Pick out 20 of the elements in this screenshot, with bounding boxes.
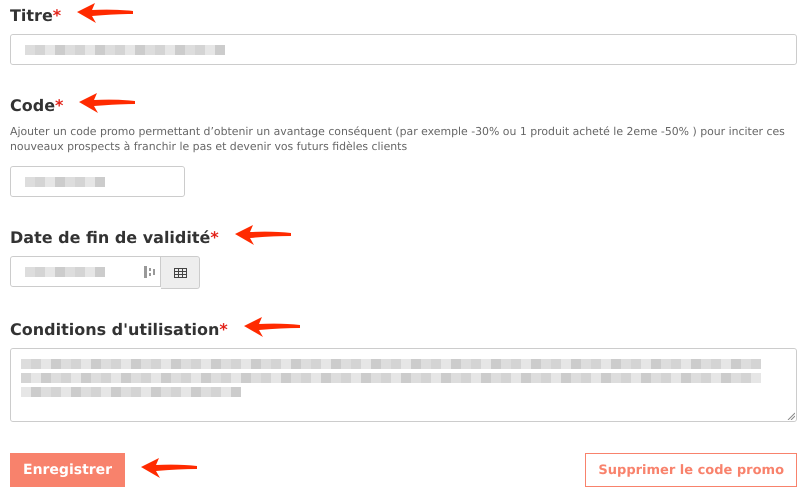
date-field[interactable]	[10, 256, 161, 287]
resize-grip-icon	[787, 412, 795, 420]
arrow-icon	[75, 2, 136, 24]
arrow-icon	[77, 92, 138, 114]
arrow-icon	[242, 316, 302, 338]
calendar-button[interactable]	[161, 256, 200, 289]
field-label: Code*	[10, 96, 64, 114]
field-label: Titre*	[10, 6, 62, 24]
text-field[interactable]	[10, 166, 185, 197]
field-label: Date de fin de validité*	[10, 228, 219, 246]
help-text: Ajouter un code promo permettant d’obtenir un avantage conséquent (par exemple -30% ou 1 produit acheté le 2eme -50% ) pour inciter ces nouveaux prospects à franchir le pas et devenir vos futurs fidèles clients	[10, 124, 786, 154]
delete-button[interactable]: Supprimer le code promo	[585, 453, 797, 487]
arrow-icon	[232, 224, 293, 246]
field-label: Conditions d'utilisation*	[10, 320, 228, 338]
arrow-icon	[139, 457, 200, 479]
text-area[interactable]	[10, 348, 797, 422]
text-field[interactable]	[10, 34, 797, 65]
autofill-icon	[144, 264, 156, 278]
calendar-icon	[174, 268, 186, 278]
save-button[interactable]: Enregistrer	[10, 453, 126, 487]
